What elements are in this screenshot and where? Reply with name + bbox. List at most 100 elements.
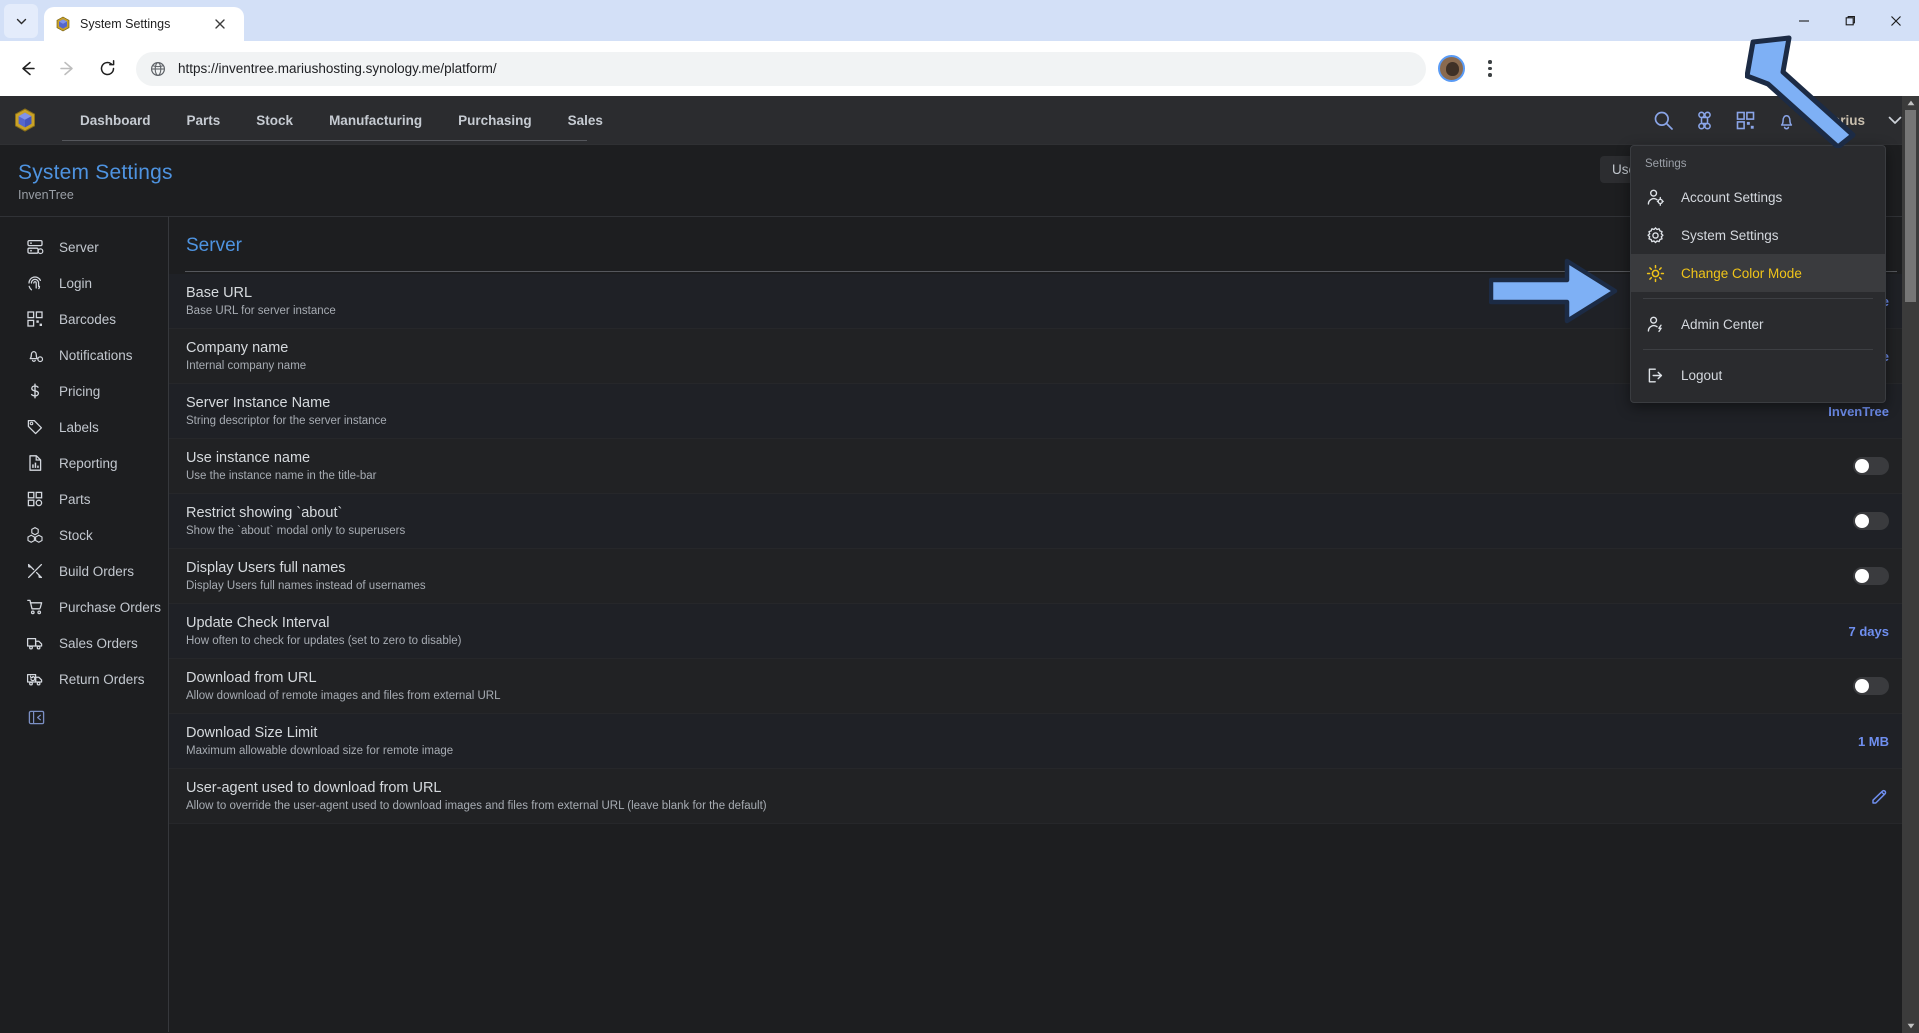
setting-row-restrict-showing-about: Restrict showing `about` Show the `about… <box>169 494 1919 549</box>
dropdown-item-change-color-mode[interactable]: Change Color Mode <box>1631 254 1885 292</box>
command-icon[interactable] <box>1694 110 1715 131</box>
nav-item-purchasing[interactable]: Purchasing <box>440 96 550 145</box>
sidebar-item-reporting[interactable]: Reporting <box>0 445 168 481</box>
setting-description: Use the instance name in the title-bar <box>186 470 377 482</box>
browser-tab-title: System Settings <box>80 17 171 31</box>
sidebar-item-notifications[interactable]: Notifications <box>0 337 168 373</box>
inventree-app: Dashboard Parts Stock Manufacturing Purc… <box>0 96 1919 1033</box>
sidebar-item-labels[interactable]: Labels <box>0 409 168 445</box>
address-bar-url: https://inventree.mariushosting.synology… <box>178 61 497 76</box>
truck-return-icon <box>25 669 45 689</box>
setting-description: How often to check for updates (set to z… <box>186 635 462 647</box>
boxes-icon <box>25 525 45 545</box>
tag-icon <box>25 417 45 437</box>
sidebar-item-barcodes[interactable]: Barcodes <box>0 301 168 337</box>
sidebar-collapse-button[interactable] <box>0 709 168 731</box>
reload-icon[interactable] <box>88 50 126 88</box>
sidebar-item-login[interactable]: Login <box>0 265 168 301</box>
dropdown-item-account-settings[interactable]: Account Settings <box>1631 178 1885 216</box>
setting-value[interactable]: 7 days <box>1829 624 1889 639</box>
dropdown-item-admin-center[interactable]: Admin Center <box>1631 305 1885 343</box>
nav-item-manufacturing[interactable]: Manufacturing <box>311 96 440 145</box>
dropdown-item-label: Account Settings <box>1681 189 1783 205</box>
setting-name: Update Check Interval <box>186 615 330 631</box>
setting-name: Server Instance Name <box>186 395 331 411</box>
sidebar-item-pricing[interactable]: Pricing <box>0 373 168 409</box>
nav-item-dashboard[interactable]: Dashboard <box>62 96 169 145</box>
dollar-icon <box>25 381 45 401</box>
sidebar-item-label: Return Orders <box>59 671 145 687</box>
sidebar-item-parts[interactable]: Parts <box>0 481 168 517</box>
sidebar-item-label: Server <box>59 239 99 255</box>
sidebar-item-label: Purchase Orders <box>59 599 162 615</box>
setting-toggle[interactable] <box>1853 512 1889 530</box>
page-scrollbar[interactable] <box>1902 96 1919 1033</box>
window-minimize-icon[interactable] <box>1781 0 1827 41</box>
setting-value[interactable]: InvenTree <box>1808 404 1889 419</box>
sidebar-item-stock[interactable]: Stock <box>0 517 168 553</box>
panel-collapse-icon <box>28 709 45 731</box>
nav-item-parts[interactable]: Parts <box>169 96 239 145</box>
sun-icon <box>1645 263 1665 283</box>
parts-grid-icon <box>25 489 45 509</box>
setting-description: Allow to override the user-agent used to… <box>186 800 767 812</box>
back-icon[interactable] <box>8 50 46 88</box>
sidebar-item-label: Reporting <box>59 455 118 471</box>
app-header: Dashboard Parts Stock Manufacturing Purc… <box>0 96 1919 145</box>
browser-tab[interactable]: System Settings <box>44 7 244 41</box>
setting-toggle[interactable] <box>1853 677 1889 695</box>
tab-close-icon[interactable] <box>211 15 229 33</box>
window-close-icon[interactable] <box>1873 0 1919 41</box>
setting-name: Download Size Limit <box>186 725 318 741</box>
browser-toolbar: https://inventree.mariushosting.synology… <box>0 41 1919 96</box>
window-controls <box>1781 0 1919 41</box>
scrollbar-down-arrow-icon[interactable] <box>1902 1019 1919 1033</box>
gear-icon <box>1645 225 1665 245</box>
sidebar-item-label: Build Orders <box>59 563 135 579</box>
sidebar-item-return-orders[interactable]: Return Orders <box>0 661 168 697</box>
edit-icon[interactable] <box>1870 787 1889 806</box>
dropdown-item-logout[interactable]: Logout <box>1631 356 1885 394</box>
server-icon <box>25 237 45 257</box>
browser-profile-avatar[interactable] <box>1438 55 1465 82</box>
setting-description: Display Users full names instead of user… <box>186 580 426 592</box>
setting-row-download-size-limit: Download Size Limit Maximum allowable do… <box>169 714 1919 769</box>
setting-toggle[interactable] <box>1853 457 1889 475</box>
setting-row-use-instance-name: Use instance name Use the instance name … <box>169 439 1919 494</box>
dropdown-item-system-settings[interactable]: System Settings <box>1631 216 1885 254</box>
bell-settings-icon <box>25 345 45 365</box>
dropdown-divider <box>1643 349 1873 350</box>
forward-icon[interactable] <box>48 50 86 88</box>
window-maximize-icon[interactable] <box>1827 0 1873 41</box>
user-admin-icon <box>1645 314 1665 334</box>
setting-row-user-agent: User-agent used to download from URL All… <box>169 769 1919 824</box>
settings-sidebar: Server Login Barcodes Notifications Pric… <box>0 216 168 1032</box>
username-label[interactable]: marius <box>1821 113 1865 128</box>
sidebar-item-label: Login <box>59 275 93 291</box>
tools-icon <box>25 561 45 581</box>
dropdown-item-label: Admin Center <box>1681 316 1764 332</box>
sidebar-item-purchase-orders[interactable]: Purchase Orders <box>0 589 168 625</box>
sidebar-item-build-orders[interactable]: Build Orders <box>0 553 168 589</box>
address-bar[interactable]: https://inventree.mariushosting.synology… <box>136 51 1426 86</box>
sidebar-item-label: Stock <box>59 527 93 543</box>
setting-row-update-check-interval: Update Check Interval How often to check… <box>169 604 1919 659</box>
inventree-logo-icon[interactable] <box>10 105 40 135</box>
tab-search-chevron-icon[interactable] <box>4 4 38 38</box>
user-dropdown-menu: Settings Account Settings System Setting… <box>1630 145 1886 403</box>
scrollbar-up-arrow-icon[interactable] <box>1902 96 1919 110</box>
barcode-icon <box>25 309 45 329</box>
nav-item-stock[interactable]: Stock <box>238 96 311 145</box>
notifications-bell-icon[interactable] <box>1776 110 1797 131</box>
setting-toggle[interactable] <box>1853 567 1889 585</box>
search-icon[interactable] <box>1653 110 1674 131</box>
qr-scan-icon[interactable] <box>1735 110 1756 131</box>
sidebar-item-sales-orders[interactable]: Sales Orders <box>0 625 168 661</box>
nav-item-sales[interactable]: Sales <box>550 96 621 145</box>
header-right-actions: marius <box>1653 110 1905 131</box>
scrollbar-thumb[interactable] <box>1905 110 1916 302</box>
sidebar-item-server[interactable]: Server <box>0 229 168 265</box>
browser-menu-icon[interactable] <box>1475 50 1505 88</box>
main-navigation: Dashboard Parts Stock Manufacturing Purc… <box>62 96 621 145</box>
setting-value[interactable]: 1 MB <box>1838 734 1889 749</box>
